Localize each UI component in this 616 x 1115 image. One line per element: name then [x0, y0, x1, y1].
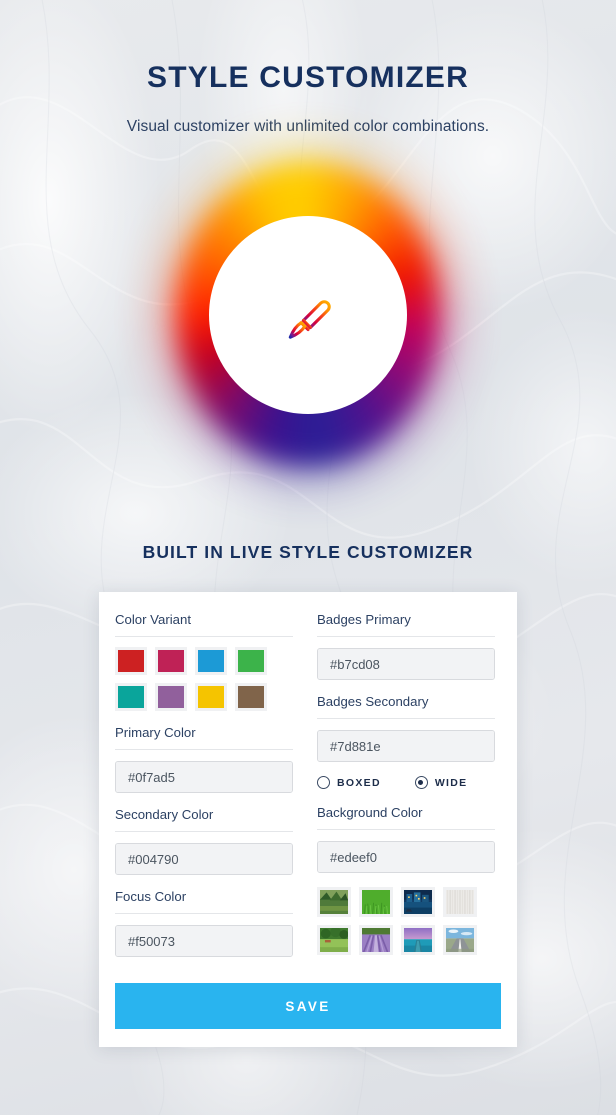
- paint-brush-icon: [288, 300, 331, 339]
- variant-swatch-red[interactable]: [115, 647, 147, 675]
- panel-right-column: Badges Primary Badges Secondary: [317, 612, 495, 971]
- background-color-input[interactable]: [318, 842, 494, 872]
- badges-secondary-input[interactable]: [318, 731, 494, 761]
- badges-secondary-label: Badges Secondary: [317, 694, 495, 719]
- secondary-color-input[interactable]: [116, 844, 292, 874]
- variant-swatch-green[interactable]: [235, 647, 267, 675]
- forest-thumb[interactable]: [317, 887, 351, 917]
- style-customizer-panel: Color Variant Primary Color #0f7ad5 Seco…: [99, 592, 517, 1047]
- radio-circle-wide-icon[interactable]: [414, 776, 428, 789]
- badges-primary-row: [317, 648, 495, 680]
- city-night-thumb[interactable]: [401, 887, 435, 917]
- layout-option-wide-label: WIDE: [434, 776, 468, 789]
- focus-color-row: [115, 925, 293, 957]
- page-subtitle: Visual customizer with unlimited color c…: [126, 118, 490, 135]
- page-root: STYLE CUSTOMIZER Visual customizer with …: [0, 0, 616, 1047]
- primary-color-row: [115, 761, 293, 793]
- focus-color-label: Focus Color: [115, 889, 293, 914]
- variant-swatch-purple[interactable]: [155, 683, 187, 711]
- radio-circle-boxed-icon[interactable]: [317, 776, 330, 789]
- background-image-thumbnails: [317, 887, 495, 955]
- park-thumb[interactable]: [317, 925, 351, 955]
- page-title: STYLE CUSTOMIZER: [147, 61, 469, 94]
- layout-option-boxed-label: BOXED: [337, 776, 381, 789]
- white-wood-thumb[interactable]: [443, 887, 477, 917]
- primary-color-input[interactable]: [116, 762, 292, 792]
- badges-secondary-row: [317, 730, 495, 762]
- color-variant-swatches: [115, 647, 293, 711]
- badges-primary-input[interactable]: [318, 649, 494, 679]
- color-variant-label: Color Variant: [115, 612, 293, 637]
- layout-option-wide[interactable]: WIDE: [414, 776, 468, 789]
- panel-footer-spacer: [115, 1029, 501, 1047]
- background-color-row: [317, 841, 495, 873]
- secondary-color-label: Secondary Color: [115, 807, 293, 832]
- background-color-label: Background Color: [317, 805, 495, 830]
- grass-thumb[interactable]: [359, 887, 393, 917]
- panel-left-column: Color Variant Primary Color #0f7ad5 Seco…: [115, 612, 293, 971]
- secondary-color-row: [115, 843, 293, 875]
- layout-option-boxed[interactable]: BOXED: [317, 776, 381, 789]
- variant-swatch-yellow[interactable]: [195, 683, 227, 711]
- focus-color-input[interactable]: [116, 926, 292, 956]
- variant-swatch-blue[interactable]: [195, 647, 227, 675]
- variant-swatch-crimson[interactable]: [155, 647, 187, 675]
- section-heading: BUILT IN LIVE STYLE CUSTOMIZER: [142, 542, 474, 562]
- layout-mode-radio-group: BOXED WIDE: [317, 776, 495, 789]
- variant-swatch-teal[interactable]: [115, 683, 147, 711]
- primary-color-label: Primary Color: [115, 725, 293, 750]
- hero-section: STYLE CUSTOMIZER Visual customizer with …: [0, 0, 616, 136]
- lavender-field-thumb[interactable]: [359, 925, 393, 955]
- badges-primary-label: Badges Primary: [317, 612, 495, 637]
- road-thumb[interactable]: [443, 925, 477, 955]
- purple-pier-thumb[interactable]: [401, 925, 435, 955]
- hero-graphic: [0, 150, 616, 480]
- save-button[interactable]: SAVE: [115, 983, 501, 1029]
- variant-swatch-brown[interactable]: [235, 683, 267, 711]
